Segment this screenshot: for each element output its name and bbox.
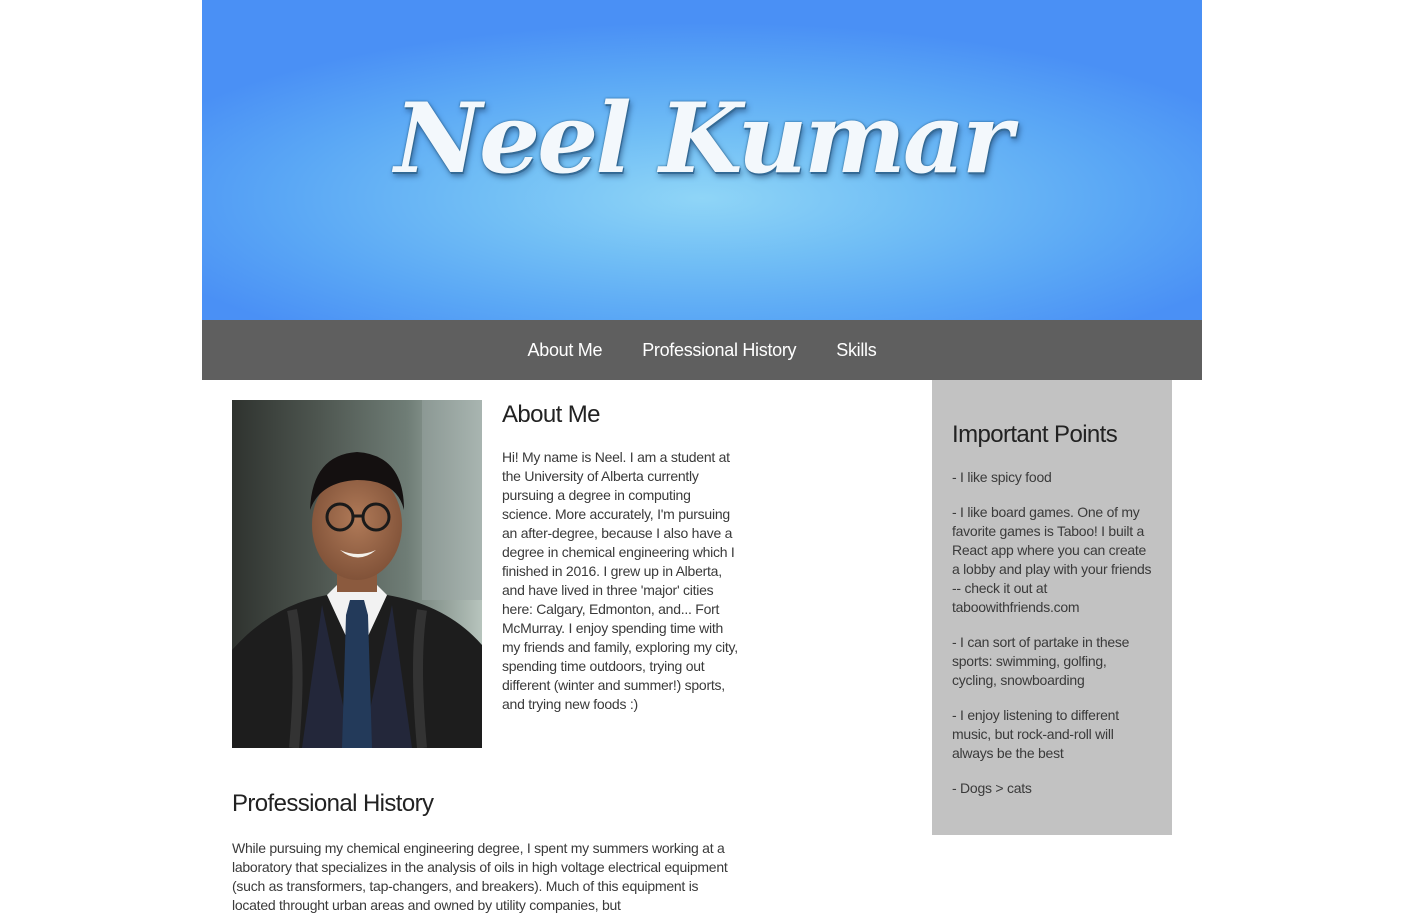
main-content: About Me Hi! My name is Neel. I am a stu… — [202, 380, 1202, 919]
point-item: - I like spicy food — [952, 469, 1052, 485]
important-points-sidebar: Important Points - I like spicy food - I… — [932, 380, 1172, 835]
professional-history-text: While pursuing my chemical engineering d… — [232, 840, 728, 913]
point-item: - Dogs > cats — [952, 780, 1032, 796]
page: Neel Kumar About Me Professional History… — [202, 0, 1202, 919]
nav-skills-link[interactable]: Skills — [816, 340, 896, 361]
site-title: Neel Kumar — [394, 82, 1012, 195]
point-item: - I like board games. One of my favorite… — [952, 504, 1152, 615]
nav-professional-history-link[interactable]: Professional History — [622, 340, 816, 361]
professional-history-heading: Professional History — [232, 790, 434, 817]
about-me-section: About Me Hi! My name is Neel. I am a stu… — [502, 400, 738, 714]
about-me-text: Hi! My name is Neel. I am a student at t… — [502, 449, 738, 712]
nav-bar: About Me Professional History Skills — [202, 320, 1202, 380]
important-points-heading: Important Points — [952, 421, 1118, 448]
nav-about-me-link[interactable]: About Me — [508, 340, 623, 361]
point-item: - I can sort of partake in these sports:… — [952, 634, 1130, 688]
point-item: - I enjoy listening to different music, … — [952, 707, 1119, 761]
professional-history-section: Professional History While pursuing my c… — [232, 788, 736, 915]
profile-photo-illustration — [232, 400, 482, 748]
header-banner: Neel Kumar — [202, 0, 1202, 320]
profile-photo — [232, 400, 482, 748]
about-me-heading: About Me — [502, 401, 601, 428]
